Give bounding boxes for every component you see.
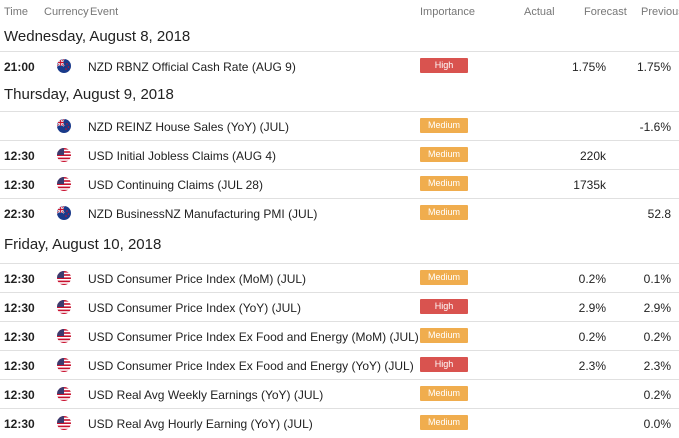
importance-badge: High [420, 357, 468, 372]
event-name[interactable]: NZD RBNZ Official Cash Rate (AUG 9) [88, 60, 296, 74]
importance-badge: Medium [420, 270, 468, 285]
column-header-currency[interactable]: Currency [44, 6, 89, 18]
importance-badge: Medium [420, 386, 468, 401]
day-date: Wednesday, August 8, 2018 [4, 28, 191, 45]
table-row[interactable]: 12:30 USD Consumer Price Index Ex Food an… [0, 321, 679, 351]
us-flag-icon [57, 271, 71, 285]
column-header-event[interactable]: Event [90, 6, 118, 18]
table-row[interactable]: 12:30 USD Continuing Claims (JUL 28) Mediu… [0, 169, 679, 199]
forecast-value: 0.2% [578, 272, 606, 286]
us-flag-icon [57, 177, 71, 191]
previous-value: 0.1% [643, 272, 671, 286]
table-row[interactable]: 12:30 USD Real Avg Hourly Earning (YoY) (… [0, 408, 679, 438]
previous-value: -1.6% [639, 120, 671, 134]
table-row[interactable]: 12:30 USD Consumer Price Index (YoY) (JUL… [0, 292, 679, 322]
event-time: 12:30 [4, 330, 35, 344]
event-name[interactable]: USD Real Avg Weekly Earnings (YoY) (JUL) [88, 388, 323, 402]
column-header-forecast[interactable]: Forecast [584, 6, 627, 18]
event-name[interactable]: USD Consumer Price Index Ex Food and Ene… [88, 359, 414, 373]
nz-flag-icon [57, 119, 71, 133]
day-date: Thursday, August 9, 2018 [4, 86, 174, 103]
previous-value: 0.2% [643, 330, 671, 344]
us-flag-icon [57, 148, 71, 162]
event-time: 12:30 [4, 359, 35, 373]
event-time: 22:30 [4, 207, 35, 221]
importance-badge: Medium [420, 415, 468, 430]
importance-badge: Medium [420, 205, 468, 220]
us-flag-icon [57, 329, 71, 343]
us-flag-icon [57, 387, 71, 401]
importance-badge: Medium [420, 328, 468, 343]
forecast-value: 1735k [573, 178, 606, 192]
column-header-importance[interactable]: Importance [420, 6, 475, 18]
table-row[interactable]: 12:30 USD Initial Jobless Claims (AUG 4) M… [0, 140, 679, 170]
column-header-previous[interactable]: Previous [641, 6, 679, 18]
day-header: Wednesday, August 8, 2018 [0, 22, 679, 52]
event-time: 12:30 [4, 149, 35, 163]
column-header-actual[interactable]: Actual [524, 6, 555, 18]
event-name[interactable]: USD Real Avg Hourly Earning (YoY) (JUL) [88, 417, 313, 431]
previous-value: 1.75% [636, 60, 671, 74]
day-header: Thursday, August 9, 2018 [0, 80, 679, 110]
us-flag-icon [57, 358, 71, 372]
forecast-value: 2.9% [578, 301, 606, 315]
importance-badge: High [420, 58, 468, 73]
forecast-value: 1.75% [571, 60, 606, 74]
importance-badge: High [420, 299, 468, 314]
table-header: Time Currency Event Importance Actual Fo… [0, 0, 679, 22]
forecast-value: 2.3% [578, 359, 606, 373]
previous-value: 2.3% [643, 359, 671, 373]
table-row[interactable]: 12:30 USD Real Avg Weekly Earnings (YoY) … [0, 379, 679, 409]
event-time: 12:30 [4, 417, 35, 431]
day-date: Friday, August 10, 2018 [4, 236, 162, 253]
day-header: Friday, August 10, 2018 [0, 230, 679, 260]
event-name[interactable]: NZD BusinessNZ Manufacturing PMI (JUL) [88, 207, 317, 221]
event-name[interactable]: USD Consumer Price Index Ex Food and Ene… [88, 330, 419, 344]
forecast-value: 0.2% [578, 330, 606, 344]
event-time: 12:30 [4, 388, 35, 402]
forecast-value: 220k [579, 149, 606, 163]
event-name[interactable]: USD Consumer Price Index (YoY) (JUL) [88, 301, 301, 315]
importance-badge: Medium [420, 176, 468, 191]
previous-value: 52.8 [647, 207, 671, 221]
event-name[interactable]: NZD REINZ House Sales (YoY) (JUL) [88, 120, 289, 134]
table-row[interactable]: 21:00 NZD RBNZ Official Cash Rate (AUG 9)… [0, 51, 679, 81]
previous-value: 0.0% [643, 417, 671, 431]
event-name[interactable]: USD Initial Jobless Claims (AUG 4) [88, 149, 276, 163]
us-flag-icon [57, 300, 71, 314]
nz-flag-icon [57, 206, 71, 220]
table-row[interactable]: 12:30 USD Consumer Price Index (MoM) (JUL… [0, 263, 679, 293]
event-time: 12:30 [4, 178, 35, 192]
importance-badge: Medium [420, 118, 468, 133]
previous-value: 0.2% [643, 388, 671, 402]
event-name[interactable]: USD Continuing Claims (JUL 28) [88, 178, 263, 192]
column-header-time[interactable]: Time [4, 6, 28, 18]
event-name[interactable]: USD Consumer Price Index (MoM) (JUL) [88, 272, 306, 286]
us-flag-icon [57, 416, 71, 430]
event-time: 12:30 [4, 272, 35, 286]
table-row[interactable]: 12:30 USD Consumer Price Index Ex Food an… [0, 350, 679, 380]
event-time: 21:00 [4, 60, 35, 74]
previous-value: 2.9% [643, 301, 671, 315]
event-time: 12:30 [4, 301, 35, 315]
importance-badge: Medium [420, 147, 468, 162]
nz-flag-icon [57, 59, 71, 73]
table-row[interactable]: NZD REINZ House Sales (YoY) (JUL) Medium -… [0, 111, 679, 141]
table-row[interactable]: 22:30 NZD BusinessNZ Manufacturing PMI (J… [0, 198, 679, 228]
